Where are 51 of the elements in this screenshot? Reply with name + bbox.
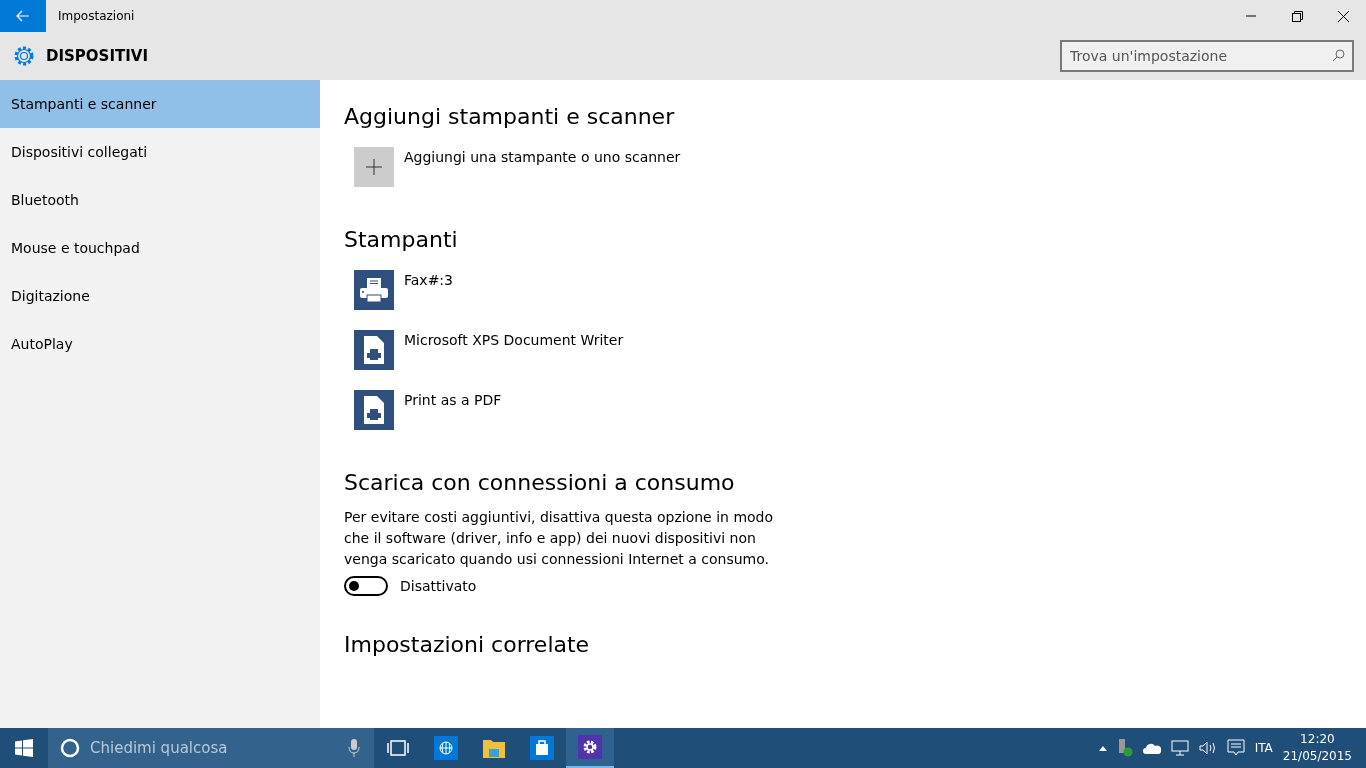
windows-logo-icon [15, 739, 33, 757]
caret-up-icon[interactable] [1098, 745, 1107, 751]
notification-icon[interactable] [1226, 739, 1245, 757]
sidebar-item[interactable]: AutoPlay [0, 320, 320, 368]
printer-name[interactable]: Print as a PDF [404, 392, 502, 408]
sidebar-item[interactable]: Bluetooth [0, 176, 320, 224]
task-view-icon [387, 740, 409, 756]
sidebar-item[interactable]: Digitazione [0, 272, 320, 320]
circle-icon [60, 738, 80, 758]
sidebar-item[interactable]: Mouse e touchpad [0, 224, 320, 272]
search-icon [1332, 49, 1345, 62]
shopping-bag-icon [530, 736, 554, 760]
section-heading: Scarica con connessioni a consumo [344, 470, 736, 495]
toggle-label: Disattivato [400, 578, 477, 594]
gear-icon [578, 735, 602, 759]
printer-name[interactable]: Microsoft XPS Document Writer [404, 332, 624, 348]
printer-name[interactable]: Fax#:3 [404, 272, 453, 288]
printer-icon [359, 277, 389, 303]
add-printer-link[interactable]: Aggiungi una stampante o uno scanner [404, 149, 681, 165]
document-printer-icon [364, 336, 384, 364]
network-icon[interactable] [1170, 740, 1189, 756]
sidebar-item[interactable]: Stampanti e scanner [0, 80, 320, 128]
back-arrow-icon [16, 10, 30, 22]
globe-icon [434, 736, 458, 760]
printer-tile[interactable] [354, 390, 394, 430]
sidebar-item[interactable]: Dispositivi collegati [0, 128, 320, 176]
restore-icon [1291, 10, 1303, 22]
description-text: Per evitare costi aggiuntivi, disattiva questa opzione in modo che il software (driver, info e app) dei nuovi dispositivi non venga scaricato quando usi connessioni Internet a consumo. [344, 508, 775, 569]
clock-time[interactable]: 12:20 [1300, 731, 1335, 748]
document-printer-icon [364, 396, 384, 424]
gear-icon [12, 44, 36, 68]
printer-tile[interactable] [354, 330, 394, 370]
speaker-icon[interactable] [1198, 741, 1217, 755]
section-heading: Stampanti [344, 227, 459, 252]
section-heading: Impostazioni correlate [344, 632, 591, 657]
close-icon [1337, 10, 1349, 22]
folder-icon [482, 737, 506, 759]
page-title: DISPOSITIVI [46, 47, 149, 65]
plus-icon [366, 159, 382, 175]
taskbar-app-button[interactable] [566, 728, 614, 768]
taskbar-search-field[interactable]: Chiedimi qualcosa [48, 728, 374, 768]
language-indicator[interactable]: ITA [1254, 741, 1273, 755]
microphone-icon[interactable] [348, 738, 360, 758]
cloud-icon[interactable] [1142, 742, 1161, 754]
usb-check-icon[interactable] [1116, 739, 1133, 757]
window-title: Impostazioni [58, 9, 136, 23]
toggle-switch[interactable] [344, 576, 388, 596]
clock-date[interactable]: 21/05/2015 [1282, 748, 1352, 765]
printer-tile[interactable] [354, 270, 394, 310]
section-heading: Aggiungi stampanti e scanner [344, 104, 676, 129]
search-field[interactable]: Trova un'impostazione [1060, 40, 1354, 72]
